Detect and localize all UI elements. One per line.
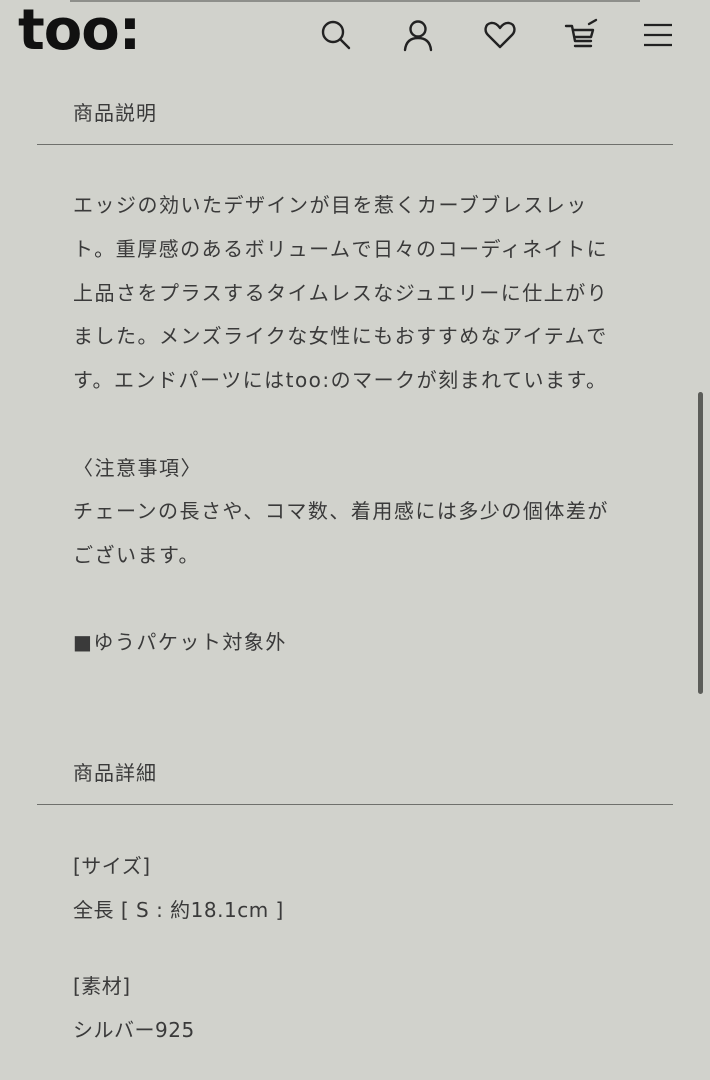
brand-logo[interactable]: too: — [18, 0, 141, 66]
description-line: ト。重厚感のあるボリュームで日々のコーディネイトに — [73, 237, 609, 261]
description-line: ました。メンズライクな女性にもおすすめなアイテムで — [73, 324, 608, 348]
notice-line: ございます。 — [73, 543, 200, 567]
description-line: 上品さをプラスするタイムレスなジュエリーに仕上がり — [73, 281, 609, 305]
details-divider — [37, 804, 673, 805]
search-button[interactable] — [316, 15, 356, 55]
cart-icon — [564, 18, 598, 48]
search-icon — [321, 20, 351, 50]
shipping-note: ■ゆうパケット対象外 — [73, 630, 287, 654]
scrollbar-thumb[interactable] — [698, 392, 703, 694]
heart-icon — [484, 21, 516, 49]
menu-button[interactable] — [638, 15, 678, 55]
user-icon — [403, 20, 433, 52]
site-header: too: — [0, 0, 710, 70]
notice-title: 〈注意事項〉 — [73, 456, 202, 480]
details-heading: 商品詳細 — [73, 761, 157, 785]
material-label: [素材] — [73, 974, 131, 998]
description-line: す。エンドパーツにはtoo:のマークが刻まれています。 — [73, 368, 608, 392]
account-button[interactable] — [398, 15, 438, 55]
material-value: シルバー925 — [73, 1018, 195, 1042]
size-label: [サイズ] — [73, 854, 151, 878]
description-line: エッジの効いたデザインが目を惹くカーブブレスレッ — [73, 193, 588, 217]
cart-button[interactable] — [561, 15, 601, 55]
menu-icon — [644, 23, 672, 47]
description-divider — [37, 144, 673, 145]
size-value: 全長 [ S : 約18.1cm ] — [73, 898, 284, 922]
favorites-button[interactable] — [480, 15, 520, 55]
notice-line: チェーンの長さや、コマ数、着用感には多少の個体差が — [73, 499, 609, 523]
description-heading: 商品説明 — [73, 101, 157, 125]
